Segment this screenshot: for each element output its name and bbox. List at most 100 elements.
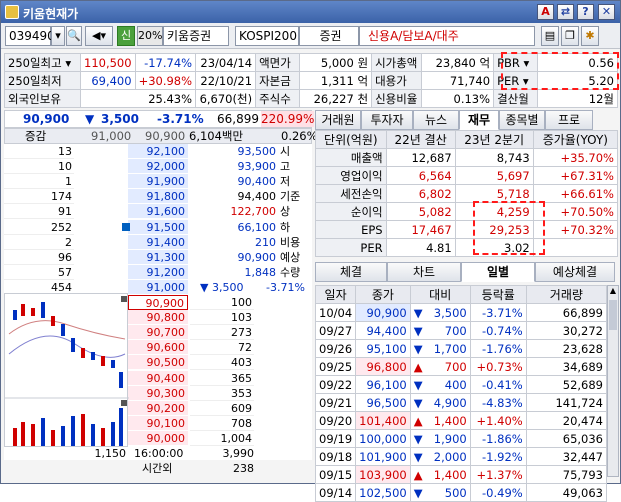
finance-key: 순이익 xyxy=(315,202,387,221)
volume-close-icon[interactable] xyxy=(121,400,127,406)
stock-code-input[interactable]: 039490 xyxy=(5,26,55,46)
low-date: 22/10/21 xyxy=(195,71,257,90)
info-key: 자본금 xyxy=(255,71,301,90)
scroll-thumb[interactable] xyxy=(609,300,617,330)
daily-row[interactable]: 09/21 96,500 ▼ 4,900 -4.83% 141,724 xyxy=(314,393,608,412)
tab-bottom[interactable]: 체결 xyxy=(315,262,387,282)
ask-price[interactable]: 91,200 xyxy=(128,264,188,280)
total-bid-qty: 3,990 xyxy=(222,447,255,460)
speaker-icon[interactable]: ◀▾ xyxy=(85,26,113,46)
summary-label: 저 xyxy=(280,175,291,189)
daily-row[interactable]: 09/22 96,100 ▼ 400 -0.41% 52,689 xyxy=(314,375,608,394)
ask-price[interactable]: 92,100 xyxy=(128,144,188,160)
tab-top[interactable]: 뉴스 xyxy=(413,110,459,130)
tab-top[interactable]: 재무 xyxy=(459,110,499,130)
close-button[interactable]: ✕ xyxy=(598,4,615,20)
ask-price[interactable]: 91,500 xyxy=(128,219,188,235)
finance-row: 세전손익 6,802 5,718 +66.61% xyxy=(315,184,619,203)
ask-price[interactable]: 92,000 xyxy=(128,159,188,175)
total-ask-qty: 1,150 xyxy=(94,447,127,460)
change-value: 1,400 xyxy=(433,413,467,428)
tab-bottom[interactable]: 차트 xyxy=(387,262,461,282)
copy-icon[interactable]: ❐ xyxy=(561,26,579,46)
daily-row[interactable]: 09/15 103,900 ▲ 1,400 +1.37% 75,793 xyxy=(314,465,608,484)
daily-price: 101,900 xyxy=(355,447,411,466)
trade-amount: 6,104백만 xyxy=(189,129,244,143)
window-title: 키움현재가 xyxy=(23,7,79,21)
daily-volume: 34,689 xyxy=(525,357,608,376)
finance-key: 매출액 xyxy=(315,148,387,167)
ask-price[interactable]: 91,400 xyxy=(128,234,188,250)
daily-row[interactable]: 09/25 96,800 ▲ 700 +0.73% 34,689 xyxy=(314,357,608,376)
daily-scrollbar[interactable]: ▲ xyxy=(607,285,619,477)
finance-row: 매출액 12,687 8,743 +35.70% xyxy=(315,148,619,167)
tab-top[interactable]: 종목별 xyxy=(499,110,545,130)
daily-change: ▼ 500 xyxy=(409,483,471,502)
daily-row[interactable]: 09/20 101,400 ▲ 1,400 +1.40% 20,474 xyxy=(314,411,608,430)
search-icon[interactable]: 🔍 xyxy=(66,26,82,46)
high-date: 23/04/14 xyxy=(195,53,257,72)
bid-qty: 273 xyxy=(190,325,254,341)
bid-price[interactable]: 90,700 xyxy=(128,325,188,341)
chart-close-icon[interactable] xyxy=(121,296,127,302)
daily-price: 101,400 xyxy=(355,411,411,430)
daily-row[interactable]: 09/19 100,000 ▼ 1,900 -1.86% 65,036 xyxy=(314,429,608,448)
info-label[interactable]: 250일최고 ▾ xyxy=(4,53,81,72)
daily-volume: 23,628 xyxy=(525,339,608,358)
daily-volume: 75,793 xyxy=(525,465,608,484)
daily-row[interactable]: 09/26 95,100 ▼ 1,700 -1.76% 23,628 xyxy=(314,339,608,358)
bid-qty: 708 xyxy=(190,416,254,431)
tab-bottom[interactable]: 예상체결 xyxy=(535,262,615,282)
daily-volume: 66,899 xyxy=(525,303,608,322)
daily-row[interactable]: 09/14 102,500 ▼ 500 -0.49% 49,063 xyxy=(314,483,608,502)
daily-price: 102,500 xyxy=(355,483,411,502)
daily-rate: -3.71% xyxy=(469,303,527,322)
ask-price[interactable]: 91,900 xyxy=(128,174,188,190)
daily-price: 94,400 xyxy=(355,321,411,340)
bid-price[interactable]: 90,900 xyxy=(128,295,188,311)
foreign-rate: 25.43% xyxy=(79,89,197,108)
expected-rate: -3.71% xyxy=(266,280,305,294)
scroll-up-icon[interactable]: ▲ xyxy=(608,286,618,298)
daily-change: ▼ 3,500 xyxy=(409,303,471,322)
font-a-icon[interactable]: A xyxy=(537,4,554,20)
ask-qty: 2 xyxy=(4,235,74,250)
ask-price[interactable]: 91,000 xyxy=(128,279,188,295)
daily-row[interactable]: 10/04 90,900 ▼ 3,500 -3.71% 66,899 xyxy=(314,303,608,322)
bid-price[interactable]: 90,800 xyxy=(128,310,188,326)
bid-price[interactable]: 90,600 xyxy=(128,340,188,356)
tab-bottom[interactable]: 일별 xyxy=(461,262,535,282)
bid-qty: 353 xyxy=(190,386,254,401)
highlight-box xyxy=(501,52,619,90)
daily-row[interactable]: 09/18 101,900 ▼ 2,000 -1.92% 32,447 xyxy=(314,447,608,466)
ask-price[interactable]: 91,800 xyxy=(128,189,188,205)
help-button[interactable]: ? xyxy=(577,4,594,20)
tab-top[interactable]: 프로 xyxy=(545,110,593,130)
tab-top[interactable]: 투자자 xyxy=(361,110,413,130)
bid-price[interactable]: 90,200 xyxy=(128,400,188,416)
bid-price[interactable]: 90,300 xyxy=(128,385,188,401)
finance-header: 23년 2분기 xyxy=(454,130,534,149)
change-value: 3,500 xyxy=(433,305,467,320)
summary-value: 94,400 xyxy=(237,190,277,204)
tab-top[interactable]: 거래원 xyxy=(315,110,361,130)
daily-change: ▼ 4,900 xyxy=(409,393,471,412)
gear-icon[interactable]: ✱ xyxy=(581,26,599,46)
bid-price[interactable]: 90,100 xyxy=(128,415,188,431)
ask-qty: 1 xyxy=(4,174,74,190)
daily-row[interactable]: 09/27 94,400 ▼ 700 -0.74% 30,272 xyxy=(314,321,608,340)
ask-price[interactable]: 91,300 xyxy=(128,249,188,265)
change-value: 400 xyxy=(444,377,467,392)
doc-icon[interactable]: ▤ xyxy=(541,26,559,46)
price-change: 3,500 xyxy=(101,112,139,126)
change-value: 1,900 xyxy=(433,431,467,446)
daily-price: 90,900 xyxy=(355,303,411,322)
down-arrow-icon: ▼ xyxy=(413,449,423,464)
bid-price[interactable]: 90,000 xyxy=(128,430,188,446)
link-icon[interactable]: ⇄ xyxy=(557,4,574,20)
bid-price[interactable]: 90,500 xyxy=(128,355,188,371)
code-dropdown-icon[interactable]: ▾ xyxy=(51,26,65,46)
ask-price[interactable]: 91,600 xyxy=(128,204,188,220)
bid-price[interactable]: 90,400 xyxy=(128,370,188,386)
summary-label: 시 xyxy=(280,145,291,158)
